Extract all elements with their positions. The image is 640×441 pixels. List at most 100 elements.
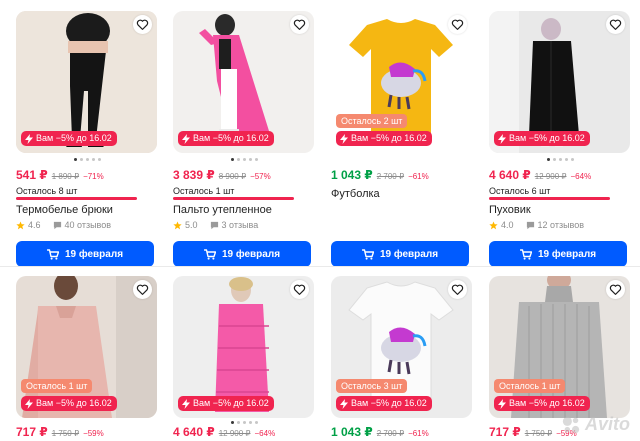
product-photo[interactable]: Вам −5% до 16.02 [173, 276, 314, 418]
favorite-heart-icon[interactable] [448, 280, 467, 299]
current-price: 717 ₽ [16, 425, 48, 439]
promo-text: Вам −5% до 16.02 [509, 133, 585, 143]
avito-watermark-text: Avito [585, 414, 630, 434]
photo-pagination[interactable] [74, 158, 101, 161]
rating-value: 4.6 [28, 220, 41, 230]
delivery-button[interactable]: 19 февраля [173, 241, 311, 267]
old-price: 1 750 ₽ [524, 429, 553, 438]
stock-bar [173, 197, 294, 200]
favorite-heart-icon[interactable] [133, 15, 152, 34]
price-row: 4 640 ₽ 12 900 ₽ −64% [173, 425, 275, 439]
price-row: 717 ₽ 1 750 ₽ −59% [16, 425, 104, 439]
promo-text: Вам −5% до 16.02 [36, 133, 112, 143]
current-price: 1 043 ₽ [331, 168, 373, 182]
stock-left-badge: Осталось 1 шт [494, 379, 566, 393]
product-photo[interactable]: Вам −5% до 16.02 [16, 11, 157, 153]
promo-badge: Вам −5% до 16.02 [21, 131, 117, 146]
price-row: 1 043 ₽ 2 700 ₽ −61% [331, 425, 429, 439]
lightning-icon [25, 133, 33, 144]
photo-pagination[interactable] [231, 421, 258, 424]
current-price: 717 ₽ [489, 425, 521, 439]
product-photo[interactable]: Осталось 2 шт Вам −5% до 16.02 [331, 11, 472, 153]
stock-bar [16, 197, 137, 200]
discount-percent: −61% [408, 172, 429, 181]
cart-icon [46, 248, 59, 260]
cart-icon [361, 248, 374, 260]
stock-left: Осталось 6 шт [489, 186, 551, 196]
lightning-icon [25, 398, 33, 409]
delivery-button[interactable]: 19 февраля [16, 241, 154, 267]
avito-watermark: Avito [561, 414, 630, 435]
cart-icon [519, 248, 532, 260]
lightning-icon [182, 398, 190, 409]
favorite-heart-icon[interactable] [133, 280, 152, 299]
photo-pagination[interactable] [547, 158, 574, 161]
rating-value: 5.0 [185, 220, 198, 230]
favorite-heart-icon[interactable] [290, 15, 309, 34]
promo-badge: Вам −5% до 16.02 [178, 131, 274, 146]
promo-text: Вам −5% до 16.02 [351, 133, 427, 143]
old-price: 8 900 ₽ [218, 172, 247, 181]
product-photo[interactable]: Вам −5% до 16.02 [489, 11, 630, 153]
old-price: 1 750 ₽ [51, 429, 80, 438]
star-icon [16, 220, 25, 229]
delivery-date: 19 февраля [379, 248, 439, 260]
product-photo[interactable]: Осталось 1 шт Вам −5% до 16.02 [16, 276, 157, 418]
reviews-count[interactable]: 3 отзыва [222, 220, 259, 230]
promo-text: Вам −5% до 16.02 [193, 398, 269, 408]
delivery-date: 19 февраля [537, 248, 597, 260]
rating-row: 4.0 12 отзывов [489, 220, 584, 230]
delivery-button[interactable]: 19 февраля [331, 241, 469, 267]
product-photo[interactable]: Осталось 3 шт Вам −5% до 16.02 [331, 276, 472, 418]
lightning-icon [498, 398, 506, 409]
rating-value: 4.0 [501, 220, 514, 230]
product-title[interactable]: Термобелье брюки [16, 204, 113, 216]
old-price: 2 700 ₽ [376, 172, 405, 181]
rating-row: 4.6 40 отзывов [16, 220, 111, 230]
favorite-heart-icon[interactable] [606, 15, 625, 34]
promo-badge: Вам −5% до 16.02 [336, 396, 432, 411]
promo-badge: Вам −5% до 16.02 [21, 396, 117, 411]
price-row: 1 043 ₽ 2 700 ₽ −61% [331, 168, 429, 182]
discount-percent: −64% [254, 429, 276, 438]
comment-icon [526, 221, 534, 229]
discount-percent: −64% [570, 172, 592, 181]
product-title[interactable]: Пальто утепленное [173, 204, 272, 216]
product-title[interactable]: Пуховик [489, 204, 531, 216]
promo-badge: Вам −5% до 16.02 [494, 396, 590, 411]
current-price: 3 839 ₽ [173, 168, 215, 182]
avito-logo-icon [562, 416, 580, 433]
favorite-heart-icon[interactable] [448, 15, 467, 34]
old-price: 12 900 ₽ [218, 429, 251, 438]
old-price: 2 700 ₽ [376, 429, 405, 438]
reviews-count[interactable]: 40 отзывов [65, 220, 112, 230]
row-divider [0, 266, 640, 267]
favorite-heart-icon[interactable] [290, 280, 309, 299]
stock-left-badge: Осталось 2 шт [336, 114, 408, 128]
cart-icon [203, 248, 216, 260]
lightning-icon [182, 133, 190, 144]
product-photo[interactable]: Вам −5% до 16.02 [173, 11, 314, 153]
stock-left-badge: Осталось 1 шт [21, 379, 93, 393]
comment-icon [53, 221, 61, 229]
price-row: 3 839 ₽ 8 900 ₽ −57% [173, 168, 271, 182]
photo-pagination[interactable] [231, 158, 258, 161]
current-price: 4 640 ₽ [173, 425, 215, 439]
reviews-count[interactable]: 12 отзывов [538, 220, 585, 230]
promo-text: Вам −5% до 16.02 [36, 398, 112, 408]
discount-percent: −57% [250, 172, 271, 181]
product-grid: Вам −5% до 16.02 541 ₽ 1 890 ₽ −71% Оста… [0, 0, 640, 441]
discount-percent: −61% [408, 429, 429, 438]
favorite-heart-icon[interactable] [606, 280, 625, 299]
current-price: 541 ₽ [16, 168, 48, 182]
delivery-button[interactable]: 19 февраля [489, 241, 627, 267]
stock-left: Осталось 8 шт [16, 186, 78, 196]
product-photo[interactable]: Осталось 1 шт Вам −5% до 16.02 [489, 276, 630, 418]
delivery-date: 19 февраля [64, 248, 124, 260]
product-title[interactable]: Футболка [331, 188, 380, 200]
lightning-icon [498, 133, 506, 144]
promo-badge: Вам −5% до 16.02 [336, 131, 432, 146]
star-icon [489, 220, 498, 229]
current-price: 1 043 ₽ [331, 425, 373, 439]
promo-text: Вам −5% до 16.02 [351, 398, 427, 408]
